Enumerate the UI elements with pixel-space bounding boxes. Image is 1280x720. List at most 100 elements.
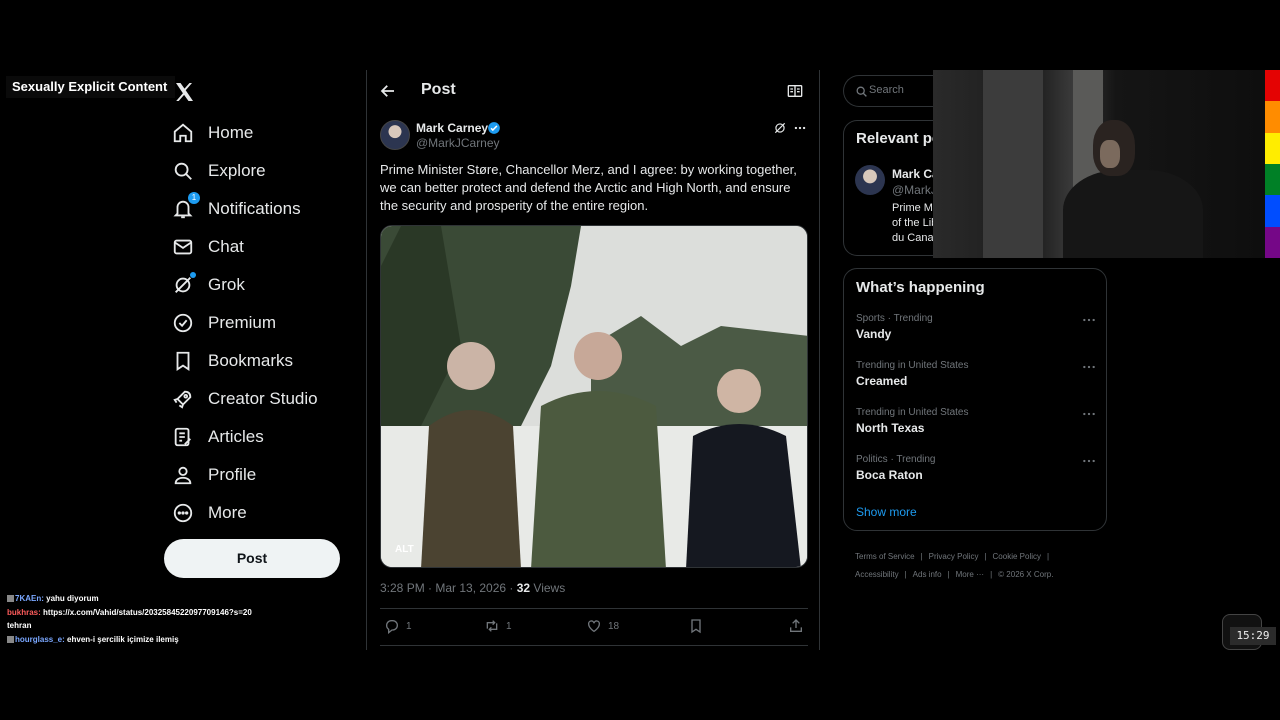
home-icon — [172, 122, 194, 144]
nav-label-home: Home — [208, 123, 254, 142]
trend-context: Politics · Trending — [856, 454, 936, 465]
trend-context: Trending in United States — [856, 360, 969, 371]
chat-text: ehven-i şercilik içimize ilemiş — [67, 634, 179, 644]
footer-link-cookies[interactable]: Cookie Policy — [993, 552, 1041, 561]
repost-button[interactable]: 1 — [484, 618, 512, 634]
share-icon — [790, 619, 802, 632]
trend-item[interactable]: Politics · Trending Boca Raton — [856, 454, 1096, 490]
trend-name: Boca Raton — [856, 468, 923, 482]
grok-icon — [172, 272, 196, 296]
tweet-photo[interactable]: ALT — [380, 225, 808, 568]
streamer-face — [1100, 140, 1120, 168]
nav-item-grok[interactable]: Grok — [164, 266, 364, 304]
like-button[interactable]: 18 — [586, 618, 619, 634]
footer-link-accessibility[interactable]: Accessibility — [855, 570, 899, 579]
more-circle-icon — [172, 502, 194, 524]
relevant-bio: Prime Minister of the Liberal Party du C… — [892, 201, 935, 246]
search-input[interactable]: Search — [869, 84, 904, 96]
primary-nav: Home Explore 1 Notifications Chat Grok P… — [164, 114, 364, 532]
nav-item-creator-studio[interactable]: Creator Studio — [164, 380, 364, 418]
footer-link-more[interactable]: More ··· — [956, 570, 984, 579]
reply-button[interactable]: 1 — [384, 618, 412, 634]
more-options-icon[interactable] — [1082, 456, 1096, 466]
nav-item-chat[interactable]: Chat — [164, 228, 364, 266]
relevant-people-card: Relevant people Mark Carney @MarkJCarney… — [843, 120, 935, 256]
nav-label-explore: Explore — [208, 161, 266, 180]
trend-context: Trending in United States — [856, 407, 969, 418]
author-name[interactable]: Mark Carney — [416, 121, 488, 135]
streamer-body — [1063, 170, 1203, 258]
stream-chat-overlay: 7KAEn: yahu diyorum bukhras: https://x.c… — [7, 592, 357, 646]
user-avatar-icon — [7, 595, 14, 602]
nav-item-home[interactable]: Home — [164, 114, 364, 152]
nav-label-more: More — [208, 503, 247, 522]
alt-text-badge[interactable]: ALT — [395, 544, 414, 555]
author-handle[interactable]: @MarkJCarney — [416, 136, 500, 150]
footer-links: Terms of Service | Privacy Policy | Cookie P… — [855, 552, 1054, 579]
views-count: 32 — [516, 581, 531, 595]
post-header: Post — [367, 70, 819, 112]
main-column: Post Mark Carney @MarkJCarney Prime Mini… — [366, 70, 820, 650]
nav-item-articles[interactable]: Articles — [164, 418, 364, 456]
bookmark-button[interactable] — [688, 618, 710, 634]
post-button[interactable]: Post — [164, 539, 340, 578]
divider — [380, 645, 808, 646]
tweet-timestamp[interactable]: 3:28 PM · Mar 13, 2026 · — [380, 581, 517, 595]
chat-message: bukhras: https://x.com/Vahid/status/2032… — [7, 606, 357, 620]
nav-item-profile[interactable]: Profile — [164, 456, 364, 494]
show-more-link[interactable]: Show more — [856, 505, 917, 519]
trend-item[interactable]: Trending in United States Creamed — [856, 360, 1096, 396]
nav-item-notifications[interactable]: 1 Notifications — [164, 190, 364, 228]
relevant-avatar[interactable] — [855, 165, 885, 195]
more-options-icon[interactable] — [793, 121, 807, 135]
back-arrow-icon[interactable] — [379, 82, 397, 100]
bookmark-icon — [172, 350, 194, 372]
footer-link-ads[interactable]: Ads info — [913, 570, 942, 579]
nav-item-bookmarks[interactable]: Bookmarks — [164, 342, 364, 380]
search-icon — [856, 86, 867, 97]
photo-illustration — [381, 226, 807, 567]
search-box[interactable]: Search — [843, 75, 938, 107]
bio-line: Prime Minister — [892, 202, 935, 214]
bell-icon: 1 — [172, 192, 200, 220]
heart-icon — [588, 620, 600, 633]
footer-link-privacy[interactable]: Privacy Policy — [929, 552, 979, 561]
chat-text: tehran — [7, 621, 32, 630]
nav-item-more[interactable]: More — [164, 494, 364, 532]
more-options-icon[interactable] — [1082, 409, 1096, 419]
nav-item-premium[interactable]: Premium — [164, 304, 364, 342]
nav-label-articles: Articles — [208, 427, 264, 446]
chat-username: 7KAEn: — [15, 594, 44, 603]
chat-message: tehran — [7, 619, 357, 633]
footer-link-terms[interactable]: Terms of Service — [855, 552, 915, 561]
views-label: Views — [530, 581, 566, 595]
reader-mode-icon[interactable] — [787, 83, 803, 99]
trend-context: Sports · Trending — [856, 313, 933, 324]
author-avatar[interactable] — [380, 120, 410, 150]
reply-icon — [386, 620, 398, 634]
rocket-icon — [172, 388, 194, 410]
webcam-background — [983, 70, 1043, 258]
x-logo-icon[interactable] — [172, 80, 196, 104]
more-options-icon[interactable] — [1082, 315, 1096, 325]
articles-icon — [172, 426, 194, 448]
repost-count: 1 — [506, 620, 512, 632]
divider — [380, 608, 808, 609]
relevant-handle[interactable]: @MarkJCarney — [892, 183, 935, 197]
relevant-name[interactable]: Mark Carney — [892, 167, 935, 181]
grok-explain-icon[interactable] — [773, 121, 787, 135]
nav-label-creator-studio: Creator Studio — [208, 389, 318, 408]
trend-name: North Texas — [856, 421, 925, 435]
share-button[interactable] — [788, 618, 810, 634]
nav-label-premium: Premium — [208, 313, 277, 332]
verified-badge-icon — [488, 122, 500, 134]
reply-count: 1 — [406, 620, 412, 632]
trend-name: Vandy — [856, 327, 892, 341]
webcam-overlay — [933, 70, 1265, 258]
trends-title: What’s happening — [856, 279, 985, 296]
nav-item-explore[interactable]: Explore — [164, 152, 364, 190]
trend-item[interactable]: Sports · Trending Vandy — [856, 313, 1096, 349]
nav-label-profile: Profile — [208, 465, 257, 484]
trend-item[interactable]: Trending in United States North Texas — [856, 407, 1096, 443]
more-options-icon[interactable] — [1082, 362, 1096, 372]
